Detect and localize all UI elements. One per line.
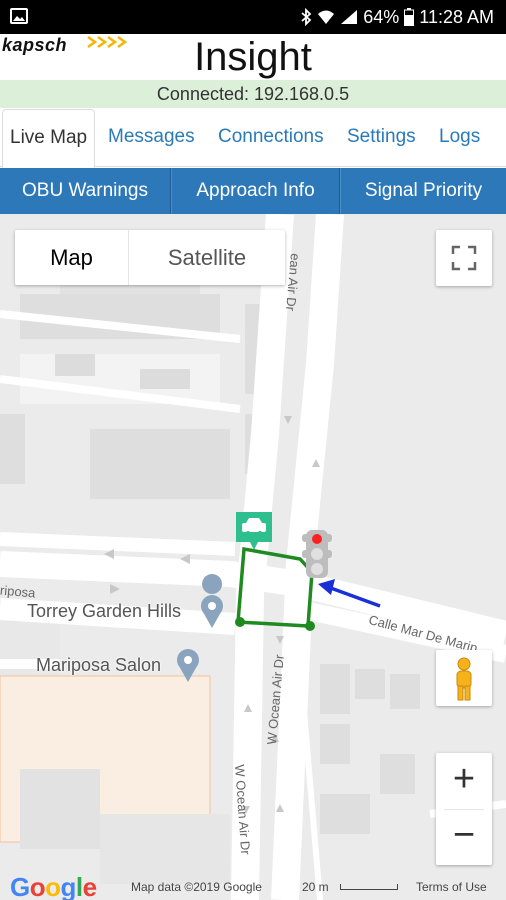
battery-icon — [404, 8, 415, 26]
live-map[interactable]: ean Air Dr W Ocean Air Dr W Ocean Air Dr… — [0, 214, 506, 900]
map-type-map-button[interactable]: Map — [15, 230, 129, 285]
tab-messages[interactable]: Messages — [108, 109, 195, 167]
tab-live-map[interactable]: Live Map — [2, 109, 96, 168]
zoom-out-button[interactable]: − — [436, 809, 492, 865]
terms-of-use-link[interactable]: Terms of Use — [416, 880, 487, 894]
signal-icon — [341, 10, 358, 24]
map-type-control: Map Satellite — [15, 230, 285, 285]
street-view-button[interactable] — [436, 650, 492, 706]
tab-connections[interactable]: Connections — [218, 109, 324, 167]
zoom-control: + − — [436, 753, 492, 865]
approach-info-button[interactable]: Approach Info — [171, 168, 340, 214]
google-logo: Google — [10, 872, 97, 900]
tab-settings[interactable]: Settings — [347, 109, 416, 167]
map-footer: Google Map data ©2019 Google 20 m Terms … — [0, 872, 506, 900]
map-scale-label: 20 m — [302, 880, 329, 894]
tab-logs[interactable]: Logs — [439, 109, 480, 167]
status-bar: 64% 11:28 AM — [0, 0, 506, 34]
subnav-bar: OBU Warnings Approach Info Signal Priori… — [0, 168, 506, 214]
tab-bar: Live Map Messages Connections Settings L… — [0, 109, 506, 168]
image-notification-icon — [10, 8, 28, 24]
clock: 11:28 AM — [419, 6, 494, 27]
place-label[interactable]: Mariposa Salon — [36, 655, 161, 676]
app-title: Insight — [194, 35, 312, 79]
map-type-satellite-button[interactable]: Satellite — [129, 230, 285, 285]
app-screen: 64% 11:28 AM kapsch Insight Connected: 1… — [0, 0, 506, 900]
wifi-icon — [318, 10, 335, 24]
pegman-icon — [456, 657, 472, 701]
street-label: riposa — [0, 582, 37, 601]
obu-warnings-button[interactable]: OBU Warnings — [0, 168, 171, 214]
bluetooth-icon — [301, 8, 312, 26]
status-right: 64% 11:28 AM — [300, 0, 494, 34]
signal-priority-button[interactable]: Signal Priority — [340, 168, 506, 214]
battery-percent: 64% — [363, 6, 400, 27]
fullscreen-icon — [451, 245, 477, 271]
map-canvas — [0, 214, 506, 900]
fullscreen-button[interactable] — [436, 230, 492, 286]
map-attribution[interactable]: Map data ©2019 Google — [131, 880, 262, 894]
traffic-signal-icon — [302, 530, 332, 578]
connection-status: Connected: 192.168.0.5 — [0, 80, 506, 108]
app-header: kapsch Insight — [0, 34, 506, 80]
place-label[interactable]: Torrey Garden Hills — [27, 601, 181, 622]
map-scale-bar — [340, 884, 398, 890]
zoom-in-button[interactable]: + — [436, 753, 492, 809]
